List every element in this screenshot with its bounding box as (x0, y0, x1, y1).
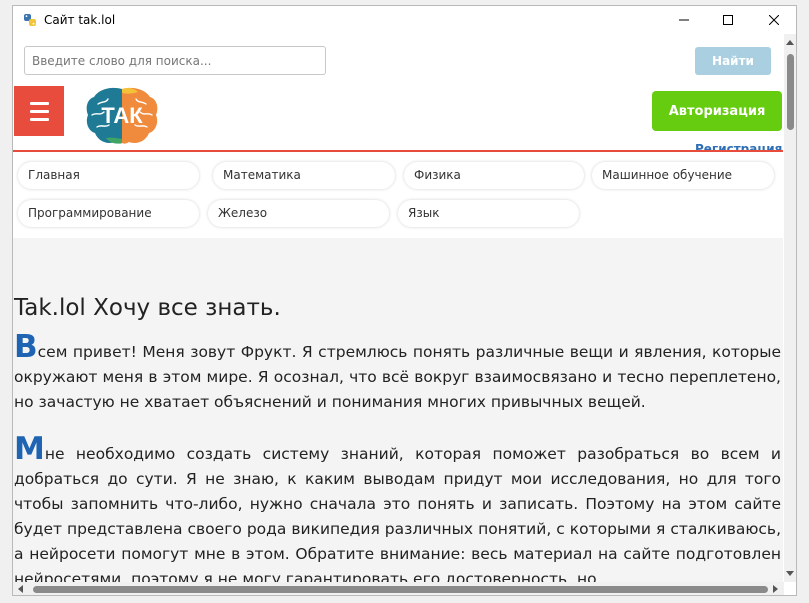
paragraph-text: сем привет! Меня зовут Фрукт. Я стремлюс… (14, 343, 781, 411)
nav-item-machine-learning[interactable]: Машинное обучение (592, 162, 774, 189)
minimize-button[interactable] (661, 6, 707, 34)
window-title: Сайт tak.lol (44, 13, 116, 27)
knowledge-paragraph: Мне необходимо создать систему знаний, к… (14, 434, 781, 583)
scroll-right-icon[interactable] (773, 585, 778, 593)
paragraph-text: не необходимо создать систему знаний, ко… (14, 445, 781, 582)
close-button[interactable] (751, 6, 796, 34)
hamburger-icon (29, 101, 49, 105)
nav-item-language[interactable]: Язык (398, 200, 579, 227)
maximize-icon (723, 15, 733, 25)
horizontal-scrollbar[interactable] (13, 582, 784, 595)
nav-item-hardware[interactable]: Железо (208, 200, 389, 227)
horizontal-scroll-thumb[interactable] (33, 586, 768, 593)
login-button[interactable]: Авторизация (652, 91, 782, 131)
main-content: Tak.lol Хочу все знать. Всем привет! Мен… (13, 238, 783, 582)
close-icon (769, 15, 779, 25)
nav-item-programming[interactable]: Программирование (18, 200, 199, 227)
nav-item-math[interactable]: Математика (213, 162, 395, 189)
logo-text: ТАК (101, 103, 143, 128)
dropcap-letter: В (14, 329, 38, 365)
search-input[interactable] (24, 46, 326, 75)
scroll-down-icon[interactable] (786, 571, 794, 576)
dropcap-letter: М (14, 431, 45, 467)
vertical-scroll-thumb[interactable] (787, 54, 794, 130)
search-button[interactable]: Найти (695, 47, 771, 75)
minimize-icon (679, 19, 689, 21)
page-title: Tak.lol Хочу все знать. (14, 295, 281, 321)
nav-item-home[interactable]: Главная (18, 162, 199, 189)
maximize-button[interactable] (705, 6, 751, 34)
nav-item-physics[interactable]: Физика (404, 162, 584, 189)
brain-logo[interactable]: ТАК (84, 84, 160, 146)
page-viewport: Найти ТАК Авторизация Регистрация (13, 34, 783, 582)
menu-button[interactable] (14, 86, 64, 136)
category-nav: Главная Математика Физика Машинное обуче… (13, 152, 783, 238)
title-bar: Сайт tak.lol (13, 6, 796, 34)
scroll-up-icon[interactable] (786, 40, 794, 45)
vertical-scrollbar[interactable] (784, 34, 796, 582)
python-app-icon (24, 14, 36, 26)
scroll-left-icon[interactable] (18, 585, 23, 593)
intro-paragraph: Всем привет! Меня зовут Фрукт. Я стремлю… (14, 332, 781, 415)
browser-window: Сайт tak.lol Найти (12, 5, 797, 596)
